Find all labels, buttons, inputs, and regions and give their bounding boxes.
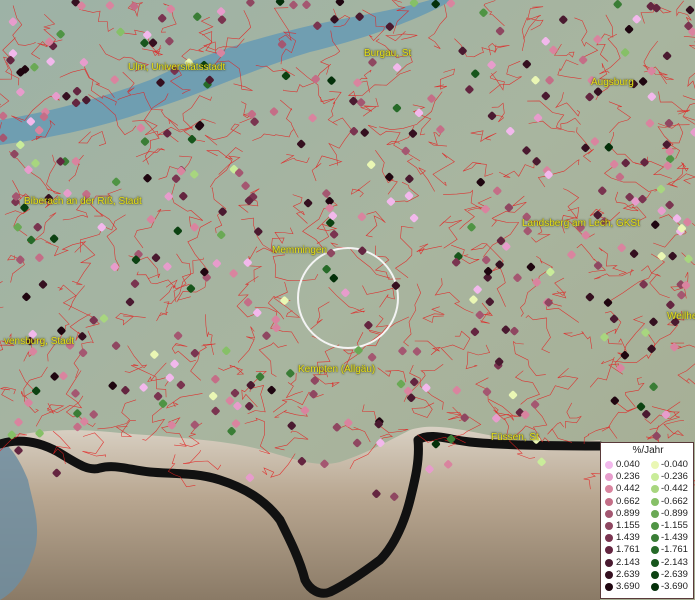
place-label: Ulm, Universitätsstadt bbox=[128, 62, 226, 73]
legend-swatch bbox=[651, 509, 659, 518]
legend-swatch bbox=[605, 473, 613, 482]
legend-value: 1.761 bbox=[616, 544, 640, 556]
place-label: Kempten (Allgäu) bbox=[298, 364, 376, 375]
legend-value: 3.690 bbox=[616, 581, 640, 592]
legend-row: 2.143 -2.143 bbox=[605, 557, 695, 568]
legend-value: 1.155 bbox=[616, 520, 640, 531]
legend-row: 2.639 -2.639 bbox=[605, 569, 695, 580]
place-label: Biberach an der Riß, Stadt bbox=[24, 196, 142, 207]
legend-value: -1.761 bbox=[661, 544, 688, 556]
place-label: vensburg, Stadt bbox=[4, 336, 75, 347]
legend-value: 0.236 bbox=[616, 471, 640, 483]
legend-value: -2.639 bbox=[661, 568, 688, 580]
legend-swatch bbox=[605, 558, 613, 567]
place-label: Weilhe bbox=[667, 311, 695, 322]
legend-swatch bbox=[605, 497, 613, 506]
legend-swatch bbox=[605, 461, 613, 469]
legend-swatch bbox=[651, 583, 659, 591]
legend-swatch bbox=[651, 534, 659, 543]
legend-row: 0.040 -0.040 bbox=[605, 459, 695, 470]
legend-value: -3.690 bbox=[661, 581, 688, 592]
legend-row: 1.439 -1.439 bbox=[605, 532, 695, 543]
legend-value: 0.899 bbox=[616, 507, 640, 519]
legend-value: 0.662 bbox=[616, 495, 640, 507]
legend-row: 1.155 -1.155 bbox=[605, 520, 695, 531]
legend-row: 1.761 -1.761 bbox=[605, 544, 695, 555]
legend-swatch bbox=[605, 485, 613, 494]
place-label: Füssen, St bbox=[491, 432, 539, 443]
legend-swatch bbox=[605, 509, 613, 518]
legend: %/Jahr 0.040 -0.040 0.236 -0.236 0.442 -0.442… bbox=[600, 442, 694, 599]
legend-value: -0.899 bbox=[661, 507, 688, 519]
legend-value: 0.040 bbox=[616, 459, 640, 470]
legend-title: %/Jahr bbox=[632, 445, 664, 456]
legend-swatch bbox=[605, 583, 613, 591]
place-label: Burgau, St bbox=[364, 48, 412, 59]
legend-swatch bbox=[651, 461, 659, 469]
legend-row: 0.899 -0.899 bbox=[605, 508, 695, 519]
legend-value: 2.639 bbox=[616, 568, 640, 580]
legend-swatch bbox=[605, 570, 613, 579]
legend-value: 1.439 bbox=[616, 532, 640, 544]
legend-value: -1.155 bbox=[661, 520, 688, 531]
legend-swatch bbox=[651, 522, 659, 530]
legend-value: -0.236 bbox=[661, 471, 688, 483]
place-label: Augsburg bbox=[591, 77, 634, 88]
legend-swatch bbox=[651, 473, 659, 482]
legend-swatch bbox=[651, 485, 659, 494]
legend-value: 2.143 bbox=[616, 556, 640, 568]
legend-value: -2.143 bbox=[661, 556, 688, 568]
legend-swatch bbox=[605, 546, 613, 555]
place-label: Memmingen bbox=[272, 245, 328, 256]
legend-swatch bbox=[651, 497, 659, 506]
legend-value: -0.442 bbox=[661, 483, 688, 495]
legend-row: 0.442 -0.442 bbox=[605, 483, 695, 494]
legend-value: -0.662 bbox=[661, 495, 688, 507]
legend-swatch bbox=[651, 558, 659, 567]
legend-value: -0.040 bbox=[661, 459, 688, 470]
legend-row: 0.236 -0.236 bbox=[605, 471, 695, 482]
legend-value: -1.439 bbox=[661, 532, 688, 544]
legend-row: 3.690 -3.690 bbox=[605, 581, 695, 592]
legend-value: 0.442 bbox=[616, 483, 640, 495]
map-canvas[interactable] bbox=[0, 0, 695, 600]
legend-swatch bbox=[605, 534, 613, 543]
place-label: Landsberg am Lech, GKSt bbox=[522, 218, 640, 229]
legend-row: 0.662 -0.662 bbox=[605, 496, 695, 507]
legend-swatch bbox=[651, 546, 659, 555]
legend-swatch bbox=[651, 570, 659, 579]
legend-swatch bbox=[605, 522, 613, 530]
